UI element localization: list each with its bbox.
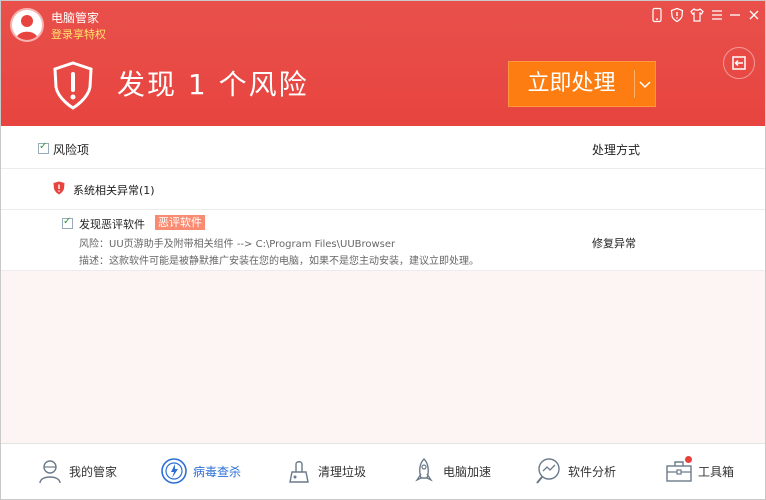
item-risk: 风险：UU页游助手及附带相关组件 --> C:\Program Files\UU… [79,239,396,250]
list-header: 风险项 处理方式 [1,126,765,169]
nav-label: 软件分析 [568,465,617,479]
select-all-checkbox[interactable] [38,141,49,154]
fix-now-label: 立即处理 [527,71,616,96]
exit-button[interactable] [723,47,755,79]
fix-anomaly-link[interactable]: 修复异常 [592,235,636,251]
list-item: 发现恶评软件 恶评软件 风险：UU页游助手及附带相关组件 --> C:\Prog… [1,210,765,271]
item-name: 发现恶评软件 [79,218,145,231]
nav-label: 电脑加速 [443,465,492,479]
bottom-nav: 我的管家 病毒查杀 清理垃圾 电脑加速 软件分析 工具箱 [1,443,765,499]
close-icon[interactable] [746,7,762,23]
shirt-icon[interactable] [689,7,705,23]
app-window: 电脑管家 登录享特权 发现 1 个风险 立即处理 ✓ 风险项 处理方式 系统相关… [0,0,766,500]
nav-label: 病毒查杀 [193,465,242,479]
list-empty-area [1,271,765,443]
avatar-icon [16,15,38,40]
person-icon [39,460,61,484]
phone-icon[interactable] [649,7,665,23]
minimize-icon[interactable] [727,7,743,23]
risk-group-row[interactable]: 系统相关异常(1) [1,169,765,210]
header: 电脑管家 登录享特权 发现 1 个风险 立即处理 [1,1,765,126]
item-checkbox[interactable] [62,216,73,229]
exit-icon [732,56,746,70]
risk-title: 发现 1 个风险 [117,68,309,101]
virus-scan-icon [161,458,187,484]
user-name: 电脑管家 [51,11,100,25]
login-link[interactable]: 登录享特权 [51,26,106,42]
nav-label: 清理垃圾 [318,465,367,479]
column-risk-item: 风险项 [53,143,90,157]
avatar[interactable] [10,8,44,42]
fix-now-button[interactable]: 立即处理 [508,61,656,107]
column-handling-method: 处理方式 [592,143,641,157]
shield-icon[interactable] [669,7,685,23]
menu-icon[interactable] [709,7,725,23]
chevron-down-icon[interactable] [635,62,655,106]
item-description: 描述：这款软件可能是被静默推广安装在您的电脑，如果不是您主动安装，建议立即处理。 [79,256,479,267]
notification-dot [685,456,692,463]
nav-label: 工具箱 [698,465,735,479]
warning-shield-icon [53,61,93,110]
vacuum-icon [289,461,309,483]
rocket-icon [415,458,433,482]
magnifier-chart-icon [536,458,560,484]
red-shield-icon [53,181,65,195]
group-label: 系统相关异常(1) [73,184,155,197]
nav-label: 我的管家 [69,465,118,479]
item-badge: 恶评软件 [155,215,205,230]
